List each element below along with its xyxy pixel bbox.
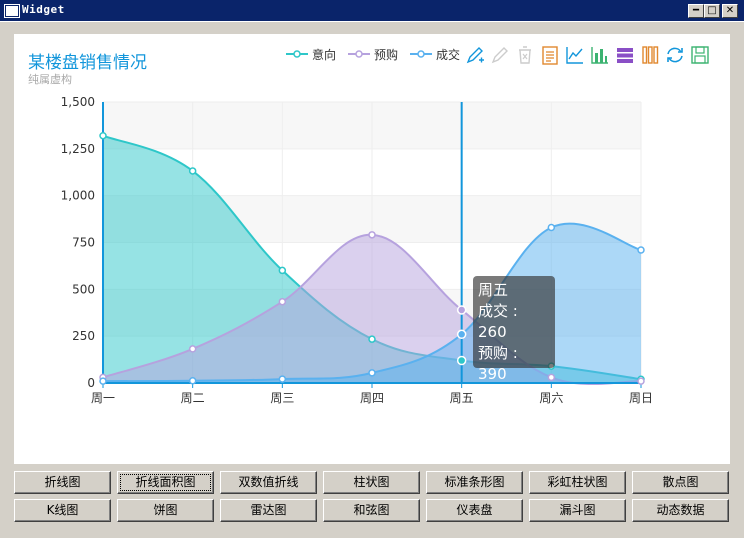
legend-item-series-2[interactable]: 成交 (410, 46, 460, 63)
x-tick-label: 周三 (270, 391, 294, 405)
data-point[interactable] (368, 231, 376, 239)
chart-panel: 0 250 500 750 1,000 1,250 1,500 周一 周二 周三 周四 周五 周六 周日 … (14, 34, 730, 464)
legend-symbol-icon (286, 50, 308, 58)
button-funnel[interactable]: 漏斗图 (529, 499, 626, 522)
legend-item-series-0[interactable]: 意向 (286, 46, 336, 63)
data-point[interactable] (278, 266, 287, 275)
restore-icon[interactable] (664, 44, 686, 66)
data-point[interactable] (278, 297, 287, 306)
data-point[interactable] (456, 305, 467, 315)
y-tick-label: 1,500 (61, 95, 95, 109)
mark-clear-icon[interactable] (514, 44, 536, 66)
minimize-icon: ━ (692, 5, 700, 16)
maximize-icon: □ (707, 5, 717, 16)
button-chord[interactable]: 和弦图 (323, 499, 420, 522)
button-dynamic-data[interactable]: 动态数据 (632, 499, 729, 522)
button-gauge[interactable]: 仪表盘 (426, 499, 523, 522)
legend: 意向 预购 成交 (286, 46, 460, 62)
chart-title: 某楼盘销售情况 (28, 53, 147, 73)
mark-icon[interactable] (464, 44, 486, 66)
legend-item-series-1[interactable]: 预购 (348, 46, 398, 63)
close-icon: ✕ (725, 5, 735, 16)
button-horizontal-bar[interactable]: 标准条形图 (426, 471, 523, 494)
y-tick-label: 500 (72, 282, 95, 296)
data-point[interactable] (188, 167, 197, 175)
button-line-chart[interactable]: 折线图 (14, 471, 111, 494)
x-tick-label: 周四 (360, 391, 384, 405)
y-tick-label: 750 (72, 236, 95, 250)
x-tick-label: 周二 (181, 391, 205, 405)
button-pie[interactable]: 饼图 (117, 499, 214, 522)
y-tick-label: 1,250 (61, 142, 95, 156)
data-point[interactable] (637, 377, 645, 385)
y-tick-label: 0 (87, 376, 95, 390)
tooltip-line: 成交 : 260 (478, 302, 518, 341)
data-point[interactable] (99, 131, 107, 140)
area-chart[interactable]: 02505007501,0001,2501,500周一 周二 周三 周四 周五 周六 周日 (14, 34, 730, 464)
maximize-button[interactable]: □ (704, 4, 720, 18)
x-tick-label: 周五 (450, 391, 474, 405)
minimize-button[interactable]: ━ (688, 4, 704, 18)
save-image-icon[interactable] (689, 44, 711, 66)
window-title: Widget (22, 3, 65, 16)
chart-toolbox (464, 44, 711, 66)
data-point[interactable] (368, 369, 376, 377)
data-point[interactable] (547, 223, 556, 232)
line-chart-icon[interactable] (564, 44, 586, 66)
window-titlebar[interactable]: Widget ━ □ ✕ (0, 0, 744, 22)
button-radar[interactable]: 雷达图 (220, 499, 317, 522)
data-point[interactable] (456, 329, 467, 340)
data-point[interactable] (188, 345, 197, 353)
legend-label: 成交 (436, 47, 461, 62)
button-dual-value-line[interactable]: 双数值折线 (220, 471, 317, 494)
chart-tooltip: 周五 成交 : 260 预购 : 390 意向 : 120 (473, 276, 555, 425)
tooltip-line: 意向 : 120 (478, 386, 518, 425)
x-tick-label: 周日 (629, 391, 653, 405)
button-area-chart[interactable]: 折线面积图 (117, 471, 214, 494)
y-tick-label: 250 (72, 329, 95, 343)
tooltip-title: 周五 (478, 281, 509, 299)
y-tick-label: 1,000 (61, 189, 95, 203)
button-kline[interactable]: K线图 (14, 499, 111, 522)
chart-subtitle: 纯属虚构 (28, 73, 72, 86)
app-icon (4, 4, 20, 18)
data-point[interactable] (278, 375, 287, 383)
data-point[interactable] (637, 246, 645, 254)
legend-label: 预购 (374, 47, 399, 62)
x-tick-label: 周一 (91, 391, 115, 405)
button-bar-chart[interactable]: 柱状图 (323, 471, 420, 494)
stack-icon[interactable] (614, 44, 636, 66)
data-point[interactable] (456, 355, 467, 366)
tiled-icon[interactable] (639, 44, 661, 66)
legend-symbol-icon (410, 50, 433, 58)
mark-undo-icon[interactable] (489, 44, 511, 66)
legend-label: 意向 (312, 47, 337, 62)
tooltip-line: 预购 : 390 (478, 344, 518, 383)
data-point[interactable] (99, 377, 107, 385)
data-point[interactable] (188, 377, 197, 385)
button-rainbow-bar[interactable]: 彩虹柱状图 (529, 471, 626, 494)
data-point[interactable] (368, 335, 376, 343)
legend-symbol-icon (348, 50, 371, 58)
button-scatter[interactable]: 散点图 (632, 471, 729, 494)
bar-chart-icon[interactable] (589, 44, 611, 66)
close-button[interactable]: ✕ (722, 4, 738, 18)
data-view-icon[interactable] (539, 44, 561, 66)
